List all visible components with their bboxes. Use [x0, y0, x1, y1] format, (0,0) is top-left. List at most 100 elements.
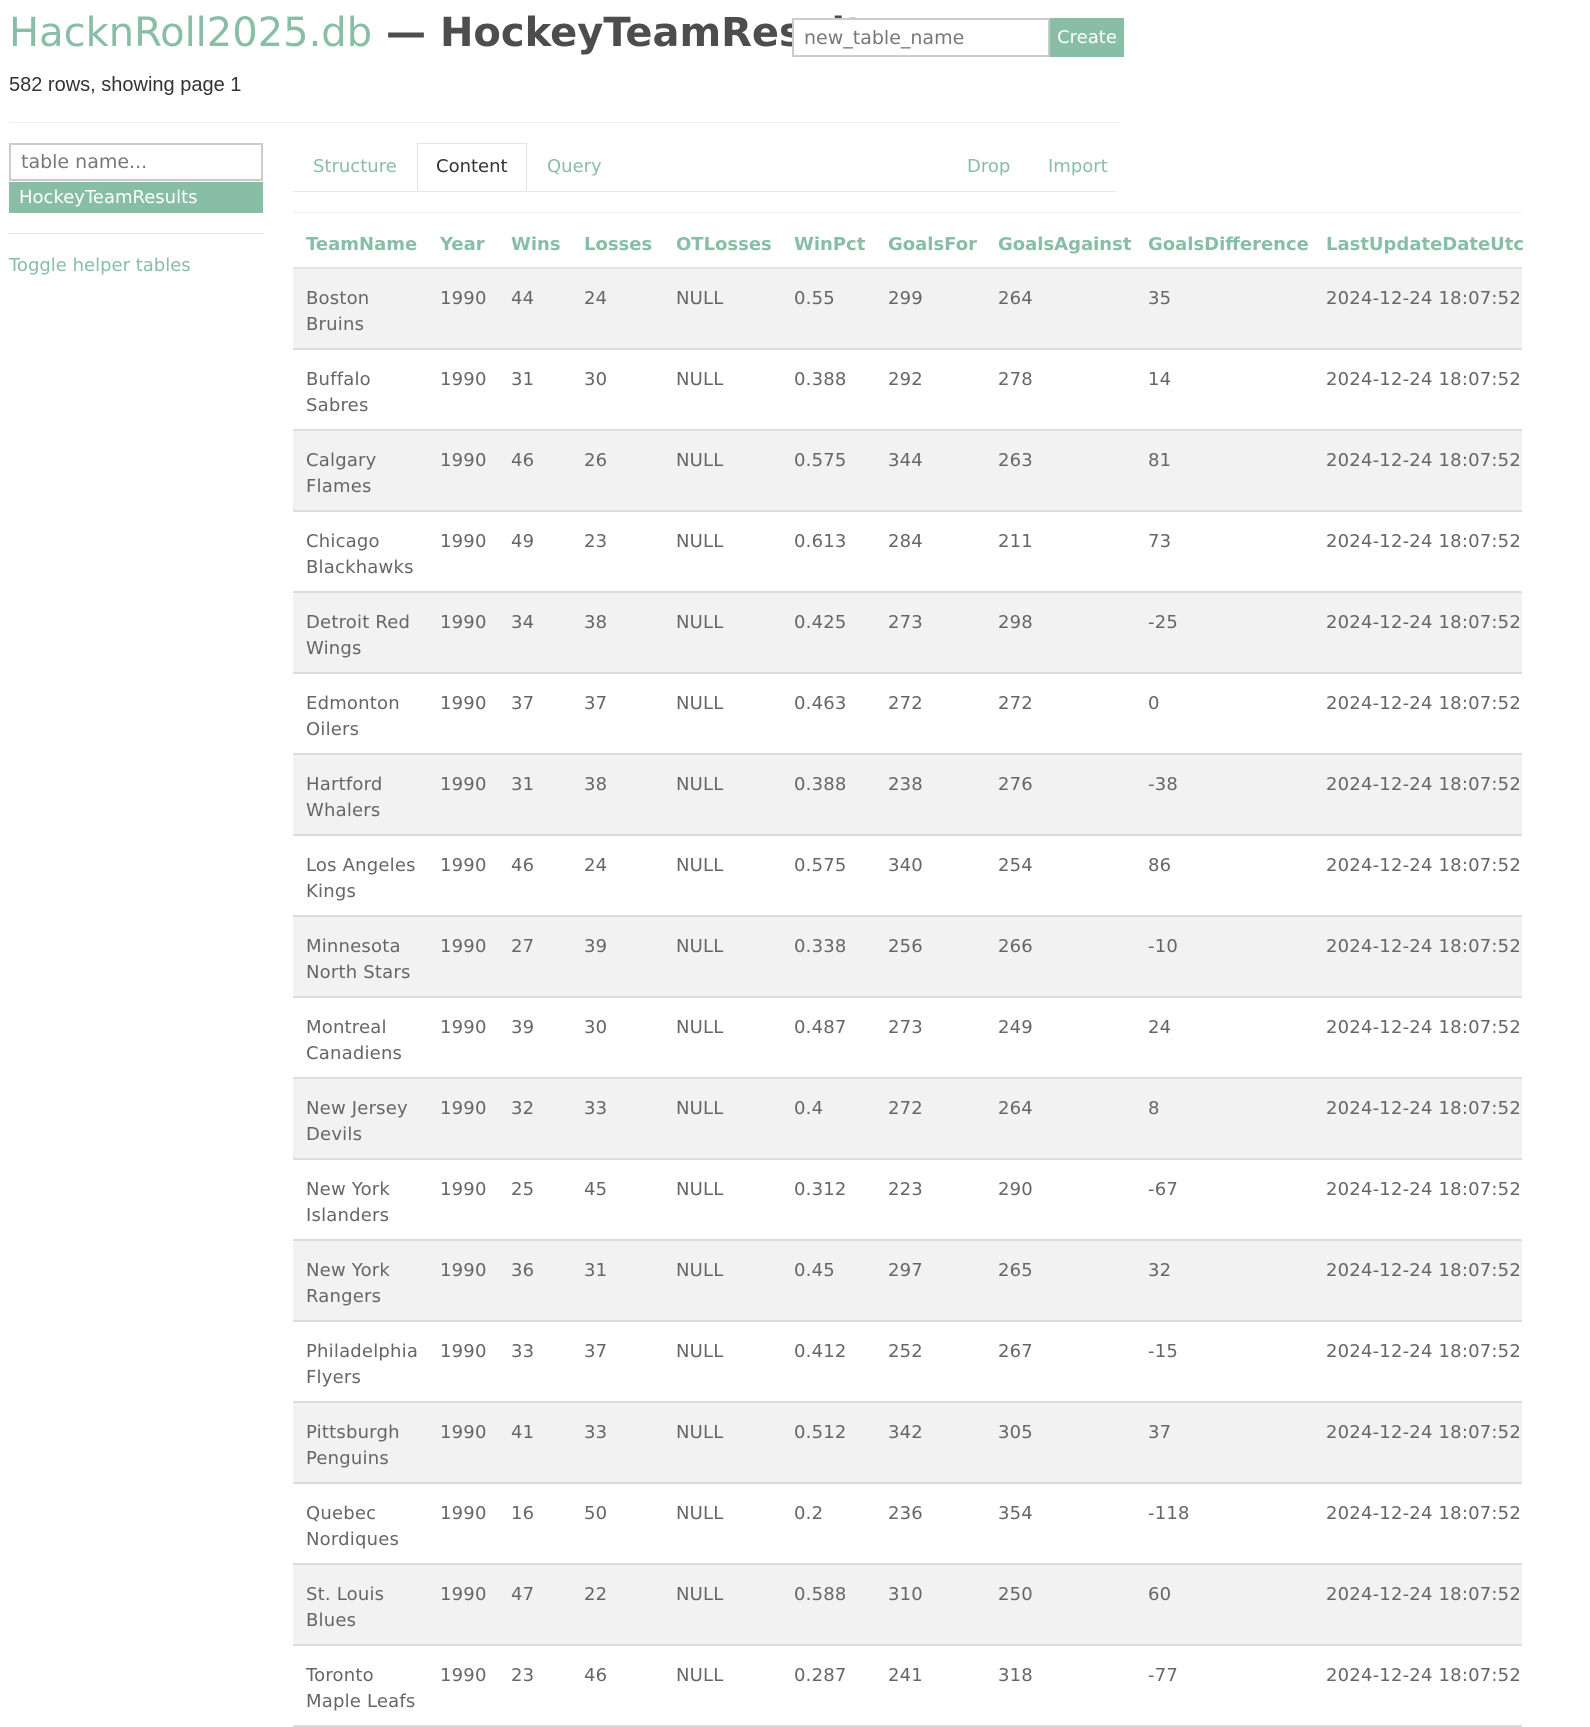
table-cell: 265 — [985, 1240, 1135, 1322]
database-link[interactable]: HacknRoll2025.db — [9, 10, 372, 56]
table-cell: 0.388 — [781, 349, 875, 431]
table-cell: 0.55 — [781, 268, 875, 350]
table-cell: 2024-12-24 18:07:52 — [1313, 511, 1522, 593]
tab-bar: Structure Content Query Drop Import — [293, 143, 1116, 192]
tab-import[interactable]: Import — [1048, 143, 1108, 191]
table-cell: 26 — [571, 430, 663, 512]
table-cell: -67 — [1135, 1159, 1313, 1241]
table-cell: NULL — [663, 916, 781, 998]
table-cell: NULL — [663, 1564, 781, 1646]
table-cell: 23 — [571, 511, 663, 593]
table-cell: 2024-12-24 18:07:52 — [1313, 1645, 1522, 1727]
table-cell: Montreal Canadiens — [293, 997, 427, 1079]
new-table-name-input[interactable] — [792, 18, 1050, 57]
table-search-input[interactable] — [9, 143, 263, 181]
column-header-year[interactable]: Year — [427, 222, 498, 269]
table-cell: 24 — [571, 835, 663, 917]
column-header-teamname[interactable]: TeamName — [293, 222, 427, 269]
table-row[interactable]: Philadelphia Flyers 1990 33 37 NULL 0.412 252 2… — [293, 1321, 1522, 1403]
table-row[interactable]: Quebec Nordiques 1990 16 50 NULL 0.2 236 354 -11… — [293, 1483, 1522, 1565]
table-row[interactable]: New York Islanders 1990 25 45 NULL 0.312 223 29… — [293, 1159, 1522, 1241]
table-row[interactable]: Detroit Red Wings 1990 34 38 NULL 0.425 273 298… — [293, 592, 1522, 674]
table-row[interactable]: Los Angeles Kings 1990 46 24 NULL 0.575 340 254… — [293, 835, 1522, 917]
table-row[interactable]: Calgary Flames 1990 46 26 NULL 0.575 344 263 81 2… — [293, 430, 1522, 512]
column-header-lastupdatedateutc[interactable]: LastUpdateDateUtc — [1313, 222, 1524, 269]
column-header-goalsagainst[interactable]: GoalsAgainst — [985, 222, 1135, 269]
table-cell: 23 — [498, 1645, 571, 1727]
table-cell: 256 — [875, 916, 985, 998]
column-header-winpct[interactable]: WinPct — [781, 222, 875, 269]
table-cell: NULL — [663, 1078, 781, 1160]
table-cell: 1990 — [427, 673, 498, 755]
table-row[interactable]: Pittsburgh Penguins 1990 41 33 NULL 0.512 342 3… — [293, 1402, 1522, 1484]
table-cell: Toronto Maple Leafs — [293, 1645, 427, 1727]
content-table: TeamName Year Wins Losses OTLosses WinPc… — [293, 222, 1524, 1727]
table-row[interactable]: Hartford Whalers 1990 31 38 NULL 0.388 238 276-… — [293, 754, 1522, 836]
table-cell: 39 — [498, 997, 571, 1079]
table-cell: 30 — [571, 349, 663, 431]
table-cell: 263 — [985, 430, 1135, 512]
tab-structure[interactable]: Structure — [313, 143, 397, 191]
table-cell: New York Rangers — [293, 1240, 427, 1322]
column-header-otlosses[interactable]: OTLosses — [663, 222, 781, 269]
table-cell: St. Louis Blues — [293, 1564, 427, 1646]
table-row[interactable]: New Jersey Devils 1990 32 33 NULL 0.4 272 264 8 2… — [293, 1078, 1522, 1160]
table-cell: 1990 — [427, 268, 498, 350]
table-cell: 0.487 — [781, 997, 875, 1079]
table-cell: -77 — [1135, 1645, 1313, 1727]
table-cell: 27 — [498, 916, 571, 998]
column-header-wins[interactable]: Wins — [498, 222, 571, 269]
table-cell: 0.575 — [781, 835, 875, 917]
table-cell: Minnesota North Stars — [293, 916, 427, 998]
table-cell: 0.287 — [781, 1645, 875, 1727]
table-cell: NULL — [663, 673, 781, 755]
table-row[interactable]: Montreal Canadiens 1990 39 30 NULL 0.487 273 24… — [293, 997, 1522, 1079]
table-row[interactable]: New York Rangers 1990 36 31 NULL 0.45 297 265 32… — [293, 1240, 1522, 1322]
table-cell: NULL — [663, 1321, 781, 1403]
create-button[interactable]: Create — [1050, 18, 1124, 57]
tab-content[interactable]: Content — [417, 143, 527, 191]
table-cell: 31 — [498, 349, 571, 431]
column-header-losses[interactable]: Losses — [571, 222, 663, 269]
table-cell: NULL — [663, 754, 781, 836]
toggle-helper-tables-link[interactable]: Toggle helper tables — [9, 255, 263, 276]
sidebar-divider — [9, 233, 263, 234]
table-row[interactable]: Minnesota North Stars 1990 27 39 NULL 0.338 25… — [293, 916, 1522, 998]
table-row[interactable]: Buffalo Sabres 1990 31 30 NULL 0.388 292 278 14 2… — [293, 349, 1522, 431]
table-cell: 238 — [875, 754, 985, 836]
tab-drop[interactable]: Drop — [967, 143, 1010, 191]
table-cell: NULL — [663, 430, 781, 512]
table-row[interactable]: Chicago Blackhawks 1990 49 23 NULL 0.613 284 21… — [293, 511, 1522, 593]
table-cell: 0.4 — [781, 1078, 875, 1160]
column-header-goalsfor[interactable]: GoalsFor — [875, 222, 985, 269]
table-cell: 37 — [571, 673, 663, 755]
table-cell: 1990 — [427, 835, 498, 917]
table-cell: 2024-12-24 18:07:52 — [1313, 349, 1522, 431]
app-root: HacknRoll2025.db — HockeyTeamResults Cre… — [0, 0, 1590, 1727]
table-cell: 1990 — [427, 1645, 498, 1727]
table-row[interactable]: Boston Bruins 1990 44 24 NULL 0.55 299 264 35 202… — [293, 268, 1522, 350]
table-cell: Boston Bruins — [293, 268, 427, 350]
table-cell: 32 — [498, 1078, 571, 1160]
table-row[interactable]: Toronto Maple Leafs 1990 23 46 NULL 0.287 241 3… — [293, 1645, 1522, 1727]
table-cell: 290 — [985, 1159, 1135, 1241]
table-cell: 252 — [875, 1321, 985, 1403]
table-cell: 0.588 — [781, 1564, 875, 1646]
table-row[interactable]: St. Louis Blues 1990 47 22 NULL 0.588 310 250 60… — [293, 1564, 1522, 1646]
table-cell: 2024-12-24 18:07:52 — [1313, 1564, 1522, 1646]
sidebar-item-hockeyteamresults[interactable]: HockeyTeamResults — [9, 182, 263, 213]
table-cell: Edmonton Oilers — [293, 673, 427, 755]
table-cell: 211 — [985, 511, 1135, 593]
table-row[interactable]: Edmonton Oilers 1990 37 37 NULL 0.463 272 272 0 2… — [293, 673, 1522, 755]
table-cell: 39 — [571, 916, 663, 998]
table-cell: 2024-12-24 18:07:52 — [1313, 1078, 1522, 1160]
table-cell: 81 — [1135, 430, 1313, 512]
tab-query[interactable]: Query — [547, 143, 602, 191]
table-cell: 2024-12-24 18:07:52 — [1313, 592, 1522, 674]
table-cell: 2024-12-24 18:07:52 — [1313, 1321, 1522, 1403]
table-cell: 254 — [985, 835, 1135, 917]
table-cell: 31 — [571, 1240, 663, 1322]
column-header-goalsdifference[interactable]: GoalsDifference — [1135, 222, 1313, 269]
table-cell: 249 — [985, 997, 1135, 1079]
table-cell: Pittsburgh Penguins — [293, 1402, 427, 1484]
